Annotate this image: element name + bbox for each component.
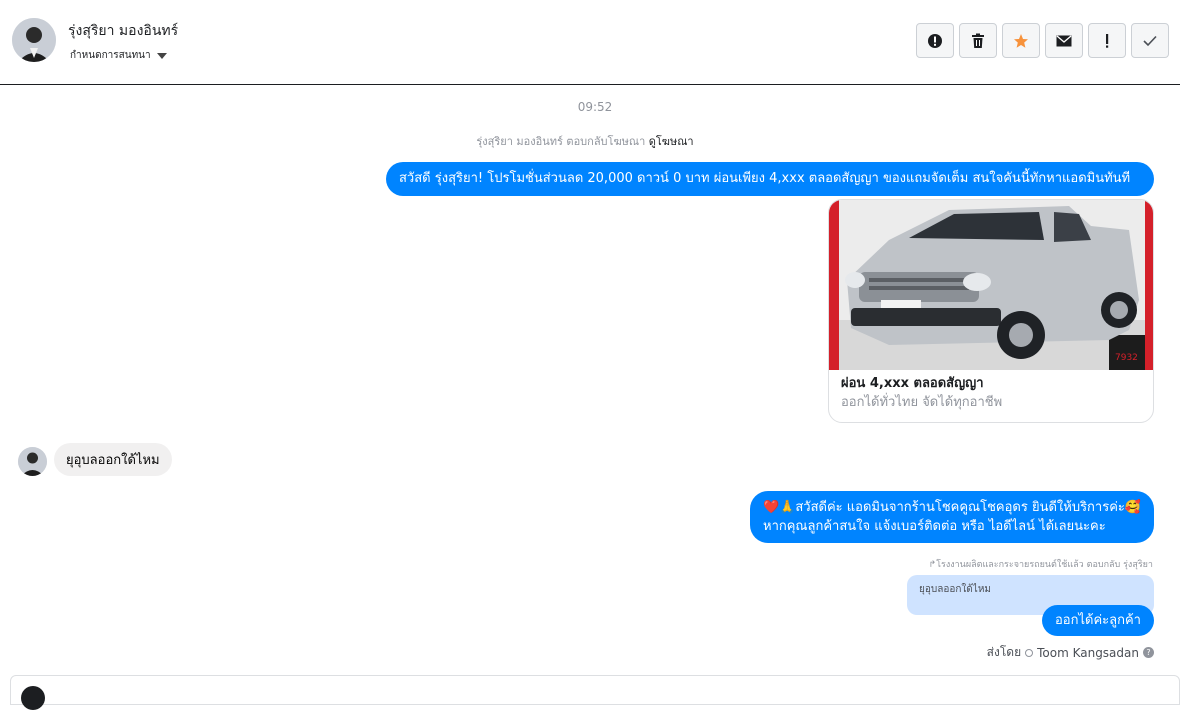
star-icon <box>1014 33 1028 48</box>
composer-avatar <box>21 686 45 710</box>
reply-context: ↱โรงงานผลิตและกระจายรถยนต์ใช้แล้ว ตอบกลั… <box>928 560 1153 570</box>
message-line: หากคุณลูกค้าสนใจ แจ้งเบอร์ติดต่อ หรือ ไอ… <box>763 519 1106 534</box>
incoming-message[interactable]: ยุอุบลออกใด้ไหม <box>54 443 172 476</box>
sent-by-line: ส่งโดย Toom Kangsadan ? <box>987 643 1154 662</box>
admin-indicator-icon <box>1025 648 1034 657</box>
card-subtitle: ออกได้ทั่วไทย จัดได้ทุกอาชีพ <box>841 395 1003 410</box>
message-line: ❤️🙏สวัสดีค่ะ แอดมินจากร้านโชคคูณโชคอุดร … <box>763 500 1142 515</box>
check-icon <box>1143 35 1157 46</box>
pickup-truck-image: 7932 <box>829 200 1153 370</box>
help-icon[interactable]: ? <box>1143 647 1154 658</box>
outgoing-message[interactable]: ออกได้ค่ะลูกค้า <box>1042 605 1154 636</box>
mail-icon <box>1056 35 1072 46</box>
conversation-header: รุ่งสุริยา มองอินทร์ กำหนดการสนทนา <box>0 0 1180 85</box>
trash-icon <box>972 33 984 48</box>
contact-avatar[interactable] <box>12 18 56 62</box>
view-ad-link[interactable]: ดูโฆษณา <box>649 135 694 148</box>
caret-down-icon <box>156 52 167 59</box>
message-composer[interactable] <box>10 675 1180 710</box>
mark-spam-button[interactable] <box>916 23 954 58</box>
action-toolbar <box>916 23 1169 58</box>
ad-product-card[interactable]: 7932 ผ่อน 4,xxx ตลอดสัญญา ออกได้ทั่วไทย … <box>828 199 1154 423</box>
star-button[interactable] <box>1002 23 1040 58</box>
follow-up-button[interactable] <box>1088 23 1126 58</box>
alert-circle-icon <box>928 33 942 48</box>
assign-conversation-dropdown[interactable]: กำหนดการสนทนา <box>70 48 167 63</box>
message-timestamp: 09:52 <box>577 100 613 114</box>
assign-label: กำหนดการสนทนา <box>70 50 151 61</box>
contact-name[interactable]: รุ่งสุริยา มองอินทร์ <box>68 20 178 42</box>
sent-by-label: ส่งโดย <box>986 645 1022 659</box>
sender-avatar[interactable] <box>18 447 47 476</box>
outgoing-message[interactable]: สวัสดี รุ่งสุริยา! โปรโมชั่นส่วนลด 20,00… <box>386 162 1154 196</box>
card-title: ผ่อน 4,xxx ตลอดสัญญา <box>841 376 984 391</box>
delete-button[interactable] <box>959 23 997 58</box>
ad-reply-notice: รุ่งสุริยา มองอินทร์ ตอบกลับโฆษณา ดูโฆษณ… <box>0 132 1170 150</box>
outgoing-message[interactable]: ❤️🙏สวัสดีค่ะ แอดมินจากร้านโชคคูณโชคอุดร … <box>750 491 1154 543</box>
mark-unread-button[interactable] <box>1045 23 1083 58</box>
ad-reply-text: รุ่งสุริยา มองอินทร์ ตอบกลับโฆษณา <box>476 135 646 148</box>
sent-by-name[interactable]: Toom Kangsadan <box>1037 646 1139 660</box>
exclamation-icon <box>1106 33 1109 48</box>
mark-done-button[interactable] <box>1131 23 1169 58</box>
svg-text:7932: 7932 <box>1115 353 1138 363</box>
